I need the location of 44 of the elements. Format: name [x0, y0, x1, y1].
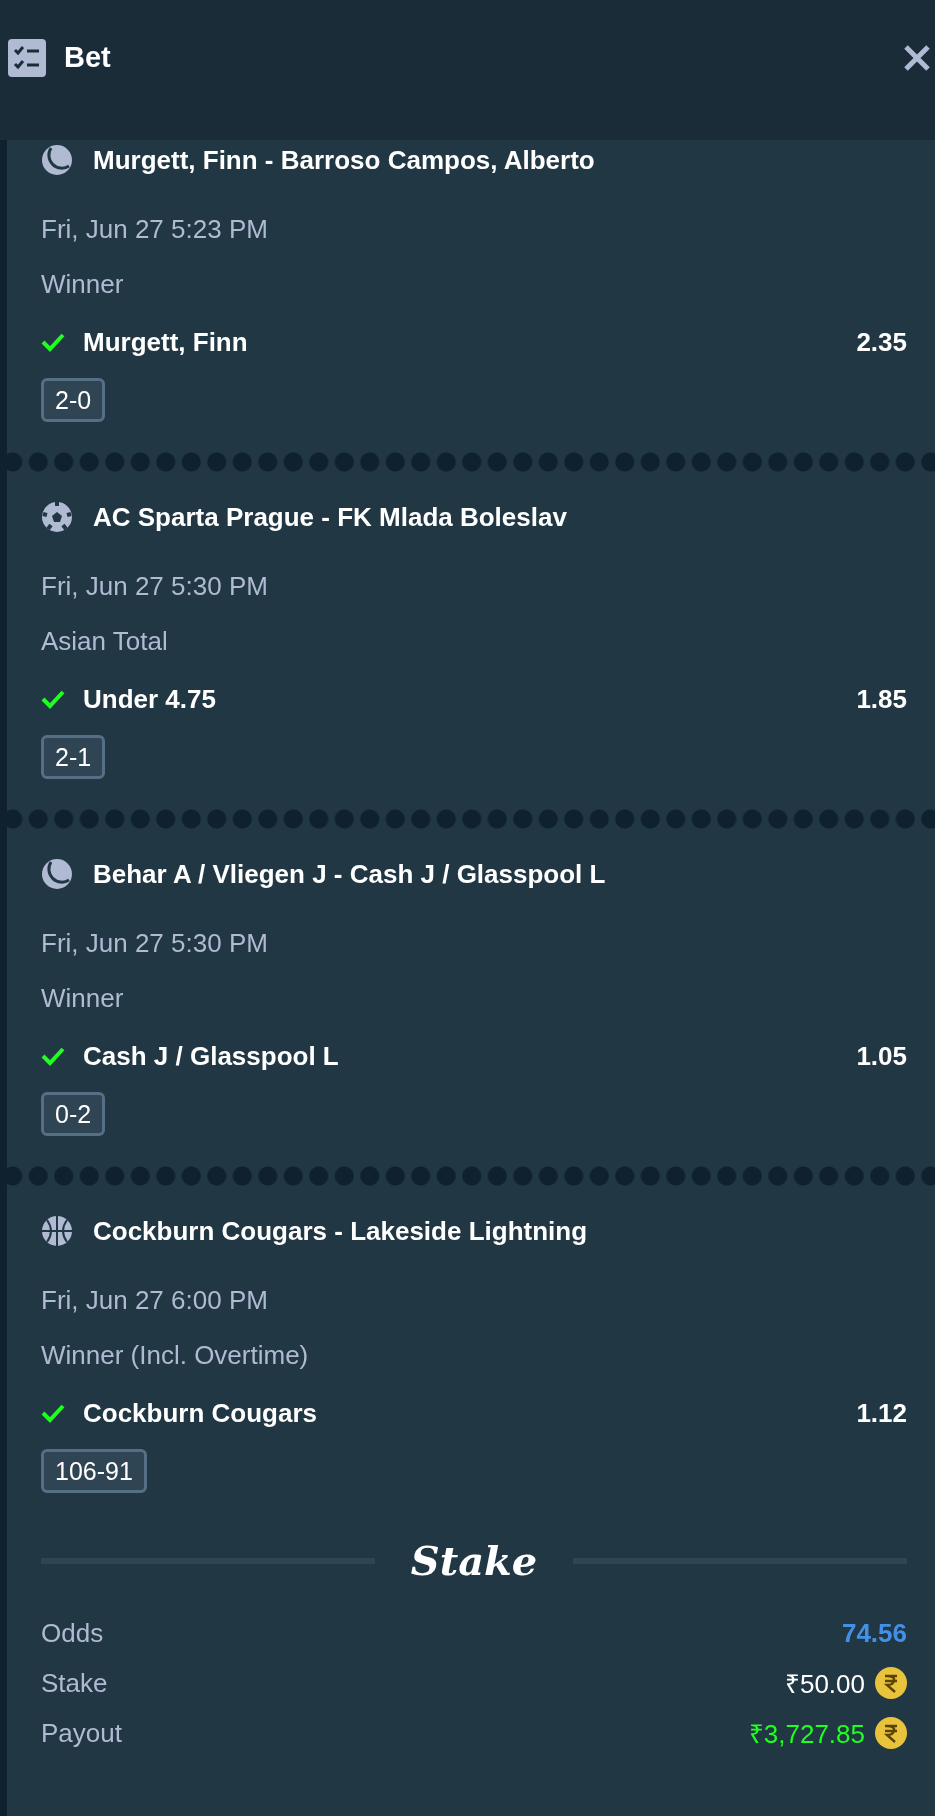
close-icon [903, 43, 931, 72]
event-date: Fri, Jun 27 5:23 PM [41, 213, 269, 246]
score-badge: 0-2 [41, 1092, 106, 1136]
summary-value: 74.56 [841, 1617, 907, 1649]
tennis-ball-icon [41, 144, 73, 176]
market-name: Winner [41, 982, 125, 1015]
event-title: AC Sparta Prague - FK Mlada Boleslav [93, 501, 567, 534]
check-icon [41, 332, 65, 352]
selection-name: Murgett, Finn [83, 326, 249, 359]
summary-value: ₹50.00 [784, 1668, 865, 1701]
event-title: Cockburn Cougars - Lakeside Lightning [93, 1215, 588, 1248]
tennis-ball-icon [41, 858, 73, 890]
selection-name: Under 4.75 [83, 683, 217, 716]
event-date: Fri, Jun 27 6:00 PM [41, 1284, 269, 1317]
selection-name: Cash J / Glasspool L [83, 1040, 340, 1073]
event-title: Behar A / Vliegen J - Cash J / Glasspool L [93, 858, 606, 891]
check-icon [41, 689, 65, 709]
market-name: Winner [41, 268, 125, 301]
soccer-ball-icon [41, 501, 73, 533]
selection-name: Cockburn Cougars [83, 1397, 319, 1430]
event-title: Murgett, Finn - Barroso Campos, Alberto [93, 144, 595, 177]
summary-label: Payout [41, 1717, 123, 1749]
summary-label: Stake [41, 1667, 109, 1699]
score-badge: 2-0 [41, 378, 106, 422]
market-name: Winner (Incl. Overtime) [41, 1339, 310, 1372]
score-badge: 2-1 [41, 735, 106, 779]
basketball-icon [41, 1215, 73, 1247]
selection-odds: 1.85 [856, 683, 907, 716]
market-name: Asian Total [41, 625, 169, 658]
score-badge: 106-91 [41, 1449, 147, 1493]
event-date: Fri, Jun 27 5:30 PM [41, 570, 269, 603]
selection-odds: 1.12 [856, 1397, 907, 1430]
selection-odds: 1.05 [856, 1040, 907, 1073]
check-icon [41, 1046, 65, 1066]
check-icon [41, 1403, 65, 1423]
selection-odds: 2.35 [856, 326, 907, 359]
rupee-coin-icon [875, 1667, 907, 1699]
summary-value: ₹3,727.85 [748, 1718, 865, 1751]
event-date: Fri, Jun 27 5:30 PM [41, 927, 269, 960]
summary-label: Odds [41, 1617, 105, 1649]
rupee-coin-icon [875, 1717, 907, 1749]
checklist-icon [8, 38, 46, 77]
panel-title: Bet [64, 41, 112, 74]
brand-logo: Stake [409, 1537, 539, 1584]
